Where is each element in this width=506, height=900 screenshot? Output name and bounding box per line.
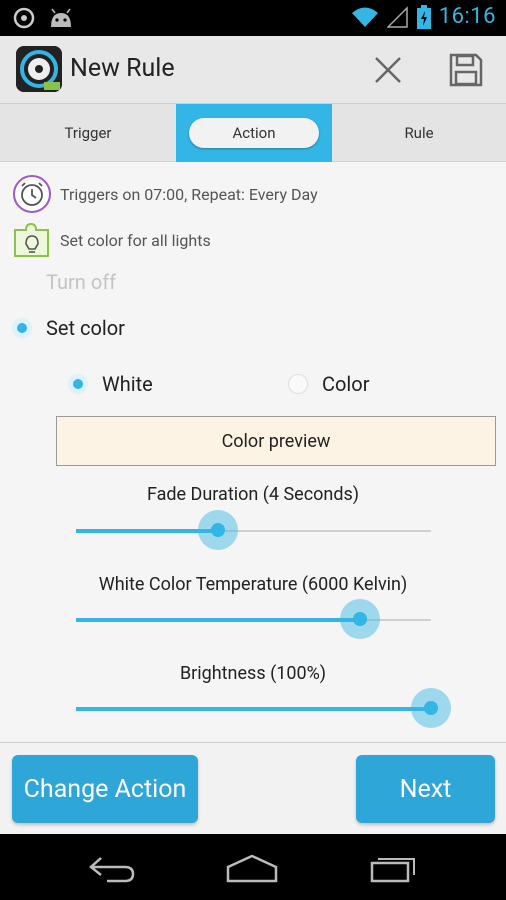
close-icon [375, 57, 401, 83]
turn-off-option[interactable]: Turn off [46, 270, 116, 294]
color-label: Color [322, 372, 370, 396]
target-icon [13, 7, 35, 29]
tab-rule-label: Rule [404, 124, 434, 142]
alarm-clock-icon [13, 175, 51, 213]
action-bar: New Rule [0, 36, 506, 104]
next-button[interactable]: Next [356, 755, 495, 823]
tab-action[interactable]: Action [176, 104, 332, 162]
color-preview-label: Color preview [221, 430, 331, 452]
app-logo-icon[interactable] [16, 46, 62, 92]
tab-action-label: Action [232, 124, 276, 142]
fade-duration-thumb[interactable] [198, 510, 238, 550]
status-bar: 16:16 [0, 0, 506, 36]
white-label: White [102, 372, 153, 396]
recents-button[interactable] [364, 850, 424, 886]
action-summary: Set color for all lights [12, 220, 211, 260]
back-button[interactable] [82, 850, 142, 886]
puzzle-bulb-icon [14, 222, 49, 257]
brightness-thumb[interactable] [411, 688, 451, 728]
temperature-slider[interactable] [76, 599, 431, 639]
change-action-button[interactable]: Change Action [12, 755, 198, 823]
color-preview: Color preview [56, 416, 496, 466]
fade-duration-fill [76, 529, 218, 533]
brightness-slider[interactable] [76, 688, 451, 728]
action-form: Triggers on 07:00, Repeat: Every Day Set… [0, 162, 506, 740]
brightness-fill [76, 707, 431, 711]
tab-trigger[interactable]: Trigger [0, 104, 176, 162]
set-color-label: Set color [46, 316, 125, 340]
white-radio[interactable] [68, 374, 88, 394]
save-icon [449, 53, 483, 87]
fade-duration-slider[interactable] [76, 510, 431, 550]
trigger-summary-text: Triggers on 07:00, Repeat: Every Day [60, 184, 318, 204]
set-color-option[interactable]: Set color [12, 316, 125, 340]
color-option[interactable]: Color [288, 372, 369, 396]
temperature-thumb[interactable] [340, 599, 380, 639]
bottom-button-bar: Change Action Next [0, 742, 506, 834]
clock: 16:16 [438, 4, 496, 29]
close-button[interactable] [368, 50, 408, 90]
temperature-label: White Color Temperature (6000 Kelvin) [98, 574, 408, 595]
tab-bar: Trigger Action Rule [0, 104, 506, 162]
battery-icon [416, 4, 431, 29]
temperature-fill [76, 618, 360, 622]
white-option[interactable]: White [68, 372, 153, 396]
back-icon [89, 857, 135, 883]
action-summary-text: Set color for all lights [60, 230, 211, 250]
page-title: New Rule [70, 54, 175, 83]
recents-icon [370, 858, 415, 883]
fade-duration-label: Fade Duration (4 Seconds) [146, 484, 360, 505]
home-icon [226, 854, 278, 883]
trigger-summary: Triggers on 07:00, Repeat: Every Day [12, 174, 318, 214]
tab-rule[interactable]: Rule [332, 104, 506, 162]
home-button[interactable] [222, 850, 282, 886]
brightness-label: Brightness (100%) [179, 663, 327, 684]
navigation-bar [0, 834, 506, 900]
android-icon [51, 8, 71, 27]
set-color-radio[interactable] [12, 318, 32, 338]
save-button[interactable] [446, 50, 486, 90]
tab-trigger-label: Trigger [64, 124, 112, 142]
color-radio[interactable] [288, 374, 308, 394]
signal-icon [386, 5, 408, 28]
wifi-icon [351, 7, 378, 27]
turn-off-label: Turn off [46, 270, 117, 294]
